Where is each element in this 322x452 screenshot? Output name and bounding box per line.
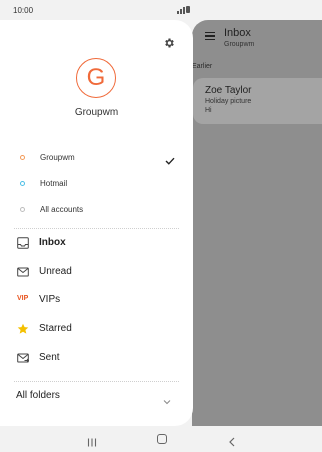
envelope-icon bbox=[17, 265, 29, 277]
mail-list-subtitle: Groupwm bbox=[224, 41, 255, 48]
folder-label: VIPs bbox=[39, 294, 61, 305]
vip-icon: VIP bbox=[17, 295, 29, 302]
folder-item-unread[interactable]: Unread bbox=[0, 262, 193, 282]
account-label: All accounts bbox=[40, 205, 84, 214]
checkmark-icon bbox=[165, 152, 175, 165]
status-time: 10:00 bbox=[13, 6, 34, 15]
account-item-hotmail[interactable]: Hotmail bbox=[0, 176, 193, 194]
divider bbox=[14, 381, 179, 382]
account-color-dot-icon bbox=[20, 207, 25, 212]
folder-label: Inbox bbox=[39, 237, 66, 248]
folder-item-vips[interactable]: VIP VIPs bbox=[0, 290, 193, 310]
back-icon[interactable] bbox=[228, 434, 236, 447]
account-name: Groupwm bbox=[74, 107, 119, 118]
status-bar: 10:00 bbox=[0, 0, 322, 20]
folder-label: Starred bbox=[39, 323, 72, 334]
folder-label: Sent bbox=[39, 352, 60, 363]
account-color-dot-icon bbox=[20, 181, 25, 186]
settings-gear-icon[interactable] bbox=[163, 36, 175, 48]
chevron-down-icon[interactable] bbox=[163, 392, 171, 405]
folder-item-starred[interactable]: Starred bbox=[0, 319, 193, 339]
mail-list-header: Inbox Groupwm bbox=[192, 20, 322, 56]
folder-item-sent[interactable]: Sent bbox=[0, 348, 193, 368]
system-nav-bar bbox=[0, 426, 322, 452]
mail-list-item[interactable]: Zoe Taylor Holiday picture Hi bbox=[193, 78, 322, 124]
mail-preview: Hi bbox=[205, 107, 212, 114]
home-icon[interactable] bbox=[157, 434, 167, 444]
signal-battery-icon bbox=[177, 6, 193, 14]
star-icon bbox=[17, 322, 29, 334]
mail-sender: Zoe Taylor bbox=[205, 85, 252, 96]
menu-icon[interactable] bbox=[205, 32, 215, 40]
sent-icon bbox=[17, 351, 30, 363]
divider bbox=[14, 228, 179, 229]
inbox-icon bbox=[17, 236, 29, 249]
section-header-earlier: Earlier bbox=[192, 63, 213, 70]
recent-apps-icon[interactable] bbox=[87, 434, 97, 447]
all-folders-item[interactable]: All folders bbox=[16, 390, 60, 401]
avatar[interactable]: G bbox=[76, 58, 116, 98]
mail-list-title: Inbox bbox=[224, 27, 251, 39]
mail-subject: Holiday picture bbox=[205, 98, 252, 105]
folder-label: Unread bbox=[39, 266, 72, 277]
folder-item-inbox[interactable]: Inbox bbox=[0, 233, 193, 253]
account-item-all-accounts[interactable]: All accounts bbox=[0, 202, 193, 220]
account-color-dot-icon bbox=[20, 155, 25, 160]
account-label: Groupwm bbox=[40, 153, 75, 162]
account-label: Hotmail bbox=[40, 179, 68, 188]
account-item-groupwm[interactable]: Groupwm bbox=[0, 150, 193, 168]
navigation-drawer: G Groupwm Groupwm Hotmail All accounts I… bbox=[0, 20, 193, 426]
mail-list-pane: Inbox Groupwm Earlier Zoe Taylor Holiday… bbox=[192, 20, 322, 426]
